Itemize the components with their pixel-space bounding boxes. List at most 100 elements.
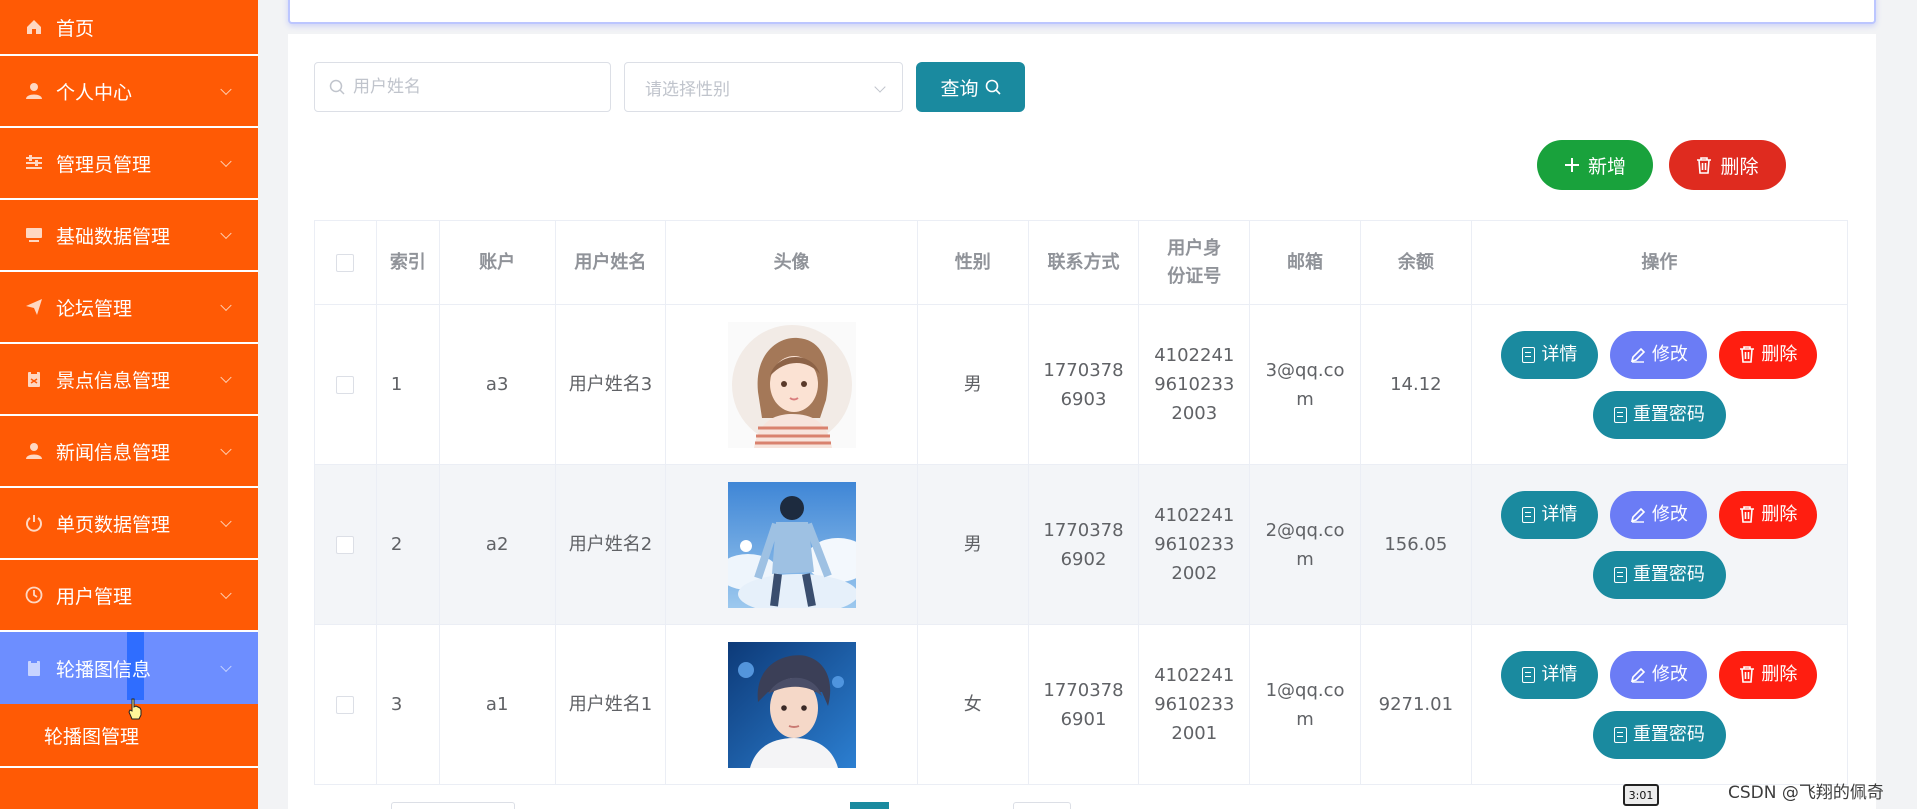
- pencil-icon: [1630, 507, 1645, 523]
- avatar-cell: [666, 465, 918, 625]
- sidebar-item-news-info[interactable]: 新闻信息管理: [0, 416, 258, 488]
- phone-value: 17703786901: [1043, 679, 1124, 730]
- sliders-icon: [24, 153, 44, 173]
- document-icon: [1522, 666, 1536, 683]
- id-number-cell: 410224196102332001: [1139, 625, 1251, 785]
- row-checkbox[interactable]: [336, 375, 355, 394]
- search-input-wrapper[interactable]: [314, 62, 611, 112]
- delete-button[interactable]: 删除: [1719, 490, 1818, 539]
- avatar: [727, 641, 856, 768]
- reset-password-button[interactable]: 重置密码: [1592, 550, 1726, 599]
- hand-cursor-icon: [128, 698, 142, 720]
- sidebar-item-home[interactable]: 首页: [0, 0, 258, 56]
- pagination-current-page[interactable]: [850, 802, 889, 809]
- sidebar-item-forum[interactable]: 论坛管理: [0, 272, 258, 344]
- row-actions: 详情 修改 删除 重置密码: [1501, 490, 1818, 599]
- search-icon: [985, 79, 1001, 95]
- gender-select-placeholder: 请选择性别: [645, 79, 730, 100]
- edit-label: 修改: [1651, 344, 1688, 365]
- column-header: 索引: [376, 221, 440, 305]
- row-actions-top: 详情 修改 删除: [1501, 650, 1818, 699]
- delete-label: 删除: [1761, 504, 1798, 525]
- row-checkbox[interactable]: [336, 695, 355, 714]
- send-icon: [24, 297, 44, 317]
- avatar: [727, 321, 856, 448]
- document-icon: [1522, 346, 1536, 363]
- reset-label: 重置密码: [1632, 564, 1705, 585]
- email-value: 3@qq.com: [1265, 359, 1345, 410]
- detail-button[interactable]: 详情: [1501, 490, 1599, 539]
- query-button-label: 查询: [940, 77, 979, 100]
- gender-select[interactable]: 请选择性别: [624, 62, 903, 112]
- row-actions: 详情 修改 删除 重置密码: [1501, 330, 1818, 439]
- user-table: 索引 账户 用户姓名 头像 性别 联系方式 用户身份证号 邮箱 余额 操作 1 …: [314, 220, 1848, 785]
- add-button-label: 新增: [1587, 155, 1626, 178]
- detail-button[interactable]: 详情: [1501, 330, 1599, 379]
- account-cell: a3: [439, 305, 556, 465]
- id-number-cell: 410224196102332002: [1139, 465, 1251, 625]
- delete-button[interactable]: 删除: [1719, 330, 1818, 379]
- id-number-cell: 410224196102332003: [1139, 305, 1251, 465]
- sidebar-item-single-page[interactable]: 单页数据管理: [0, 488, 258, 560]
- id-number-value: 410224196102332003: [1154, 345, 1235, 424]
- email-cell: 3@qq.com: [1250, 305, 1361, 465]
- chevron-down-icon: [220, 371, 232, 384]
- sidebar-item-base-data[interactable]: 基础数据管理: [0, 200, 258, 272]
- detail-label: 详情: [1541, 664, 1578, 685]
- row-actions: 详情 修改 删除 重置密码: [1501, 650, 1818, 759]
- chevron-down-icon: [220, 299, 232, 312]
- image-icon: [24, 658, 44, 678]
- sidebar-item-admin-management[interactable]: 管理员管理: [0, 128, 258, 200]
- chevron-down-icon: [220, 155, 232, 168]
- username-search-input[interactable]: [353, 77, 603, 97]
- id-number-value: 410224196102332002: [1154, 505, 1235, 584]
- column-header: 操作: [1471, 221, 1848, 305]
- sidebar-item-scenic-info[interactable]: 景点信息管理: [0, 344, 258, 416]
- batch-delete-button[interactable]: 删除: [1669, 140, 1786, 190]
- balance-cell: 14.12: [1360, 305, 1472, 465]
- clipboard-icon: [24, 369, 44, 389]
- sidebar-item-user-management[interactable]: 用户管理: [0, 560, 258, 632]
- avatar: [727, 481, 856, 608]
- select-all-cell: [315, 221, 377, 305]
- select-all-checkbox[interactable]: [336, 253, 355, 272]
- detail-label: 详情: [1541, 344, 1578, 365]
- operations-cell: 详情 修改 删除 重置密码: [1471, 465, 1848, 625]
- edit-button[interactable]: 修改: [1610, 490, 1708, 539]
- avatar-cell: [666, 625, 918, 785]
- edit-button[interactable]: 修改: [1610, 330, 1708, 379]
- pagination-jumper[interactable]: [1013, 802, 1071, 809]
- column-header: 性别: [917, 221, 1029, 305]
- row-checkbox[interactable]: [336, 535, 355, 554]
- chevron-down-icon: [220, 587, 232, 600]
- watermark: CSDN @飞翔的佩奇: [1728, 783, 1884, 803]
- add-button[interactable]: 新增: [1537, 140, 1653, 190]
- delete-label: 删除: [1761, 344, 1798, 365]
- user-icon: [24, 81, 44, 101]
- gender-cell: 女: [917, 625, 1029, 785]
- index-cell: 1: [376, 305, 440, 465]
- reset-password-button[interactable]: 重置密码: [1592, 390, 1726, 439]
- pagination-size-select[interactable]: [391, 802, 515, 809]
- detail-label: 详情: [1541, 504, 1578, 525]
- delete-button[interactable]: 删除: [1719, 650, 1818, 699]
- name-cell: 用户姓名3: [555, 305, 667, 465]
- avatar-cell: [666, 305, 918, 465]
- pagination-prev[interactable]: [756, 802, 757, 809]
- sidebar-item-label: 景点信息管理: [56, 369, 171, 392]
- home-icon: [24, 17, 44, 37]
- query-button[interactable]: 查询: [916, 62, 1025, 112]
- chevron-down-icon: [220, 443, 232, 456]
- reset-password-button[interactable]: 重置密码: [1592, 710, 1726, 759]
- detail-button[interactable]: 详情: [1501, 650, 1599, 699]
- chevron-down-icon: [220, 227, 232, 240]
- row-actions-top: 详情 修改 删除: [1501, 490, 1818, 539]
- sidebar-item-carousel-info[interactable]: 轮播图信息: [0, 632, 258, 704]
- index-cell: 3: [376, 625, 440, 785]
- sidebar-item-label: 单页数据管理: [56, 513, 171, 536]
- table-row: 3 a1 用户姓名1 女 17703786901 410224196102332…: [315, 625, 1848, 785]
- gender-cell: 男: [917, 305, 1029, 465]
- email-cell: 1@qq.com: [1250, 625, 1361, 785]
- edit-button[interactable]: 修改: [1610, 650, 1708, 699]
- sidebar-item-personal-center[interactable]: 个人中心: [0, 56, 258, 128]
